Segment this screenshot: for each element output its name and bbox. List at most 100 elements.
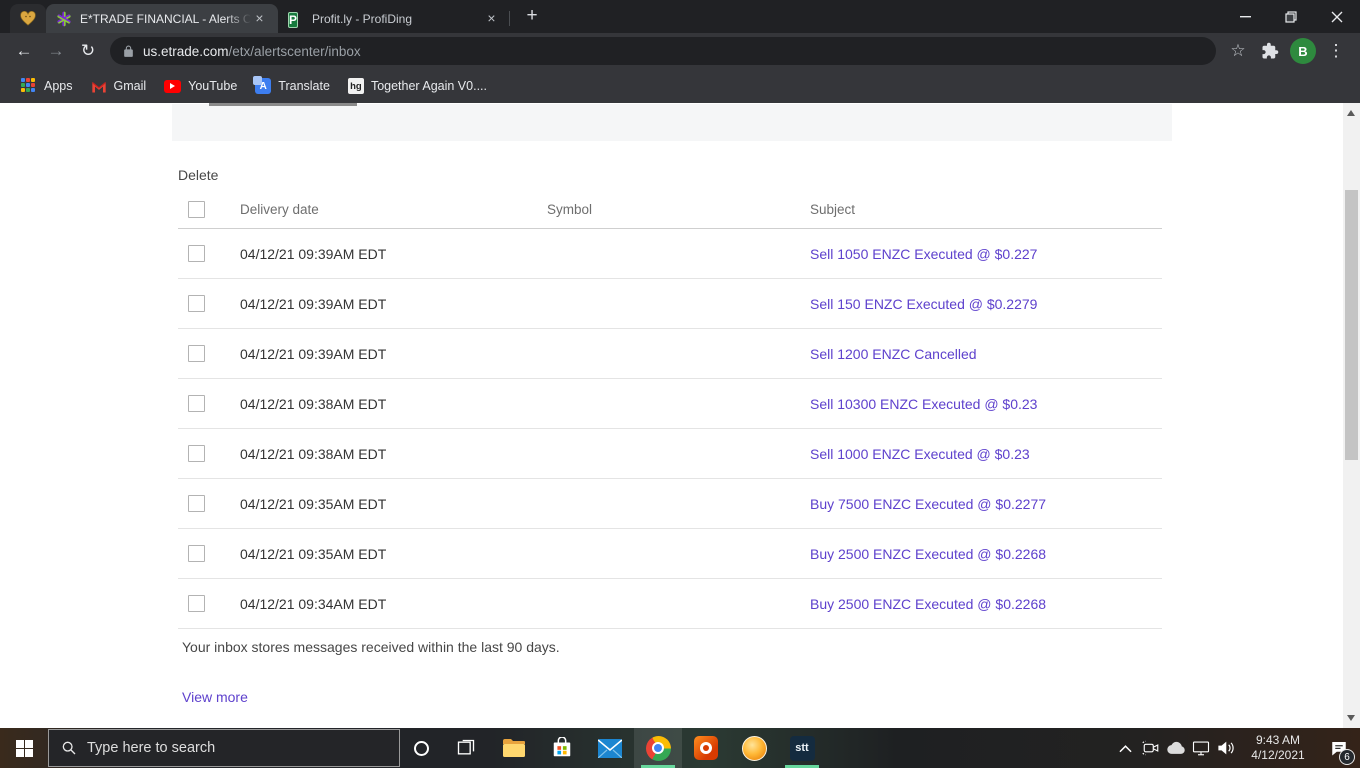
file-explorer-button[interactable]	[490, 728, 538, 768]
new-tab-button[interactable]: +	[518, 3, 546, 31]
apps-grid-icon	[21, 78, 37, 94]
windows-taskbar: stt	[0, 728, 1360, 768]
row-checkbox[interactable]	[188, 295, 205, 312]
mail-icon	[598, 738, 622, 758]
scrollbar-thumb[interactable]	[1345, 190, 1358, 460]
page-header-band	[172, 104, 1172, 141]
address-bar[interactable]: us.etrade.com/etx/alertscenter/inbox	[110, 37, 1216, 65]
bookmarks-bar: Apps Gmail YouTube A Translate hg Togeth…	[0, 69, 1360, 103]
delivery-date: 04/12/21 09:34AM EDT	[240, 595, 387, 612]
office-button[interactable]	[682, 728, 730, 768]
tab-etrade[interactable]: E*TRADE FINANCIAL - Alerts Cen ×	[46, 4, 278, 33]
pinned-tab[interactable]	[10, 4, 46, 33]
table-row: 04/12/21 09:38AM EDT Sell 1000 ENZC Exec…	[178, 429, 1162, 479]
gmail-icon	[91, 78, 107, 94]
onedrive-button[interactable]	[1163, 728, 1188, 768]
row-checkbox[interactable]	[188, 445, 205, 462]
forward-icon[interactable]: →	[40, 35, 72, 67]
page-scrollbar[interactable]	[1343, 103, 1360, 728]
system-tray: 9:43 AM 4/12/2021 6	[1113, 728, 1360, 768]
alert-subject-link[interactable]: Sell 1050 ENZC Executed @ $0.227	[810, 246, 1037, 262]
tab-profitly[interactable]: P Profit.ly - ProfiDing ×	[278, 4, 510, 33]
row-checkbox[interactable]	[188, 495, 205, 512]
bookmark-together-again[interactable]: hg Together Again V0....	[339, 73, 496, 99]
delivery-date: 04/12/21 09:35AM EDT	[240, 545, 387, 562]
chrome-taskbar-button[interactable]	[634, 728, 682, 768]
meet-now-button[interactable]	[1138, 728, 1163, 768]
volume-button[interactable]	[1213, 728, 1238, 768]
cortana-button[interactable]	[400, 728, 442, 768]
maximize-button[interactable]	[1268, 0, 1314, 33]
start-button[interactable]	[0, 728, 48, 768]
file-explorer-icon	[503, 739, 525, 757]
search-input[interactable]	[87, 740, 387, 756]
taskbar-search-box[interactable]	[48, 729, 400, 767]
reload-icon[interactable]: ↻	[72, 35, 104, 67]
bookmark-youtube[interactable]: YouTube	[155, 74, 246, 98]
windows-logo-icon	[15, 739, 33, 757]
table-row: 04/12/21 09:39AM EDT Sell 1200 ENZC Canc…	[178, 329, 1162, 379]
column-header-delivery-date: Delivery date	[240, 202, 319, 217]
close-window-button[interactable]	[1314, 0, 1360, 33]
select-all-checkbox[interactable]	[188, 201, 205, 218]
microsoft-store-button[interactable]	[538, 728, 586, 768]
url-domain: us.etrade.com	[143, 43, 229, 59]
network-button[interactable]	[1188, 728, 1213, 768]
task-view-icon	[457, 739, 475, 755]
tab-close-icon[interactable]: ×	[251, 10, 268, 27]
profile-avatar[interactable]: B	[1290, 38, 1316, 64]
stockstotrade-button[interactable]: stt	[778, 728, 826, 768]
microsoft-store-icon	[553, 737, 571, 757]
cortana-ring-icon	[413, 740, 429, 756]
table-row: 04/12/21 09:35AM EDT Buy 2500 ENZC Execu…	[178, 529, 1162, 579]
notification-count-badge: 6	[1339, 749, 1355, 765]
minimize-button[interactable]	[1222, 0, 1268, 33]
tab-close-icon[interactable]: ×	[483, 10, 500, 27]
alert-subject-link[interactable]: Sell 1000 ENZC Executed @ $0.23	[810, 446, 1030, 462]
tab-title: E*TRADE FINANCIAL - Alerts Cen	[80, 11, 251, 26]
view-more-link[interactable]: View more	[182, 689, 248, 705]
tray-chevron-up[interactable]	[1113, 728, 1138, 768]
column-header-subject: Subject	[810, 202, 856, 217]
row-checkbox[interactable]	[188, 395, 205, 412]
taskbar-clock[interactable]: 9:43 AM 4/12/2021	[1245, 733, 1311, 763]
alert-subject-link[interactable]: Sell 150 ENZC Executed @ $0.2279	[810, 296, 1037, 312]
tab-title: Profit.ly - ProfiDing	[312, 11, 413, 26]
alert-subject-link[interactable]: Buy 7500 ENZC Executed @ $0.2277	[810, 496, 1046, 512]
scroll-down-arrow-icon[interactable]	[1347, 715, 1355, 721]
delete-button[interactable]: Delete	[178, 167, 218, 183]
scroll-up-arrow-icon[interactable]	[1347, 110, 1355, 116]
alert-subject-link[interactable]: Sell 1200 ENZC Cancelled	[810, 346, 977, 362]
window-controls	[1222, 0, 1360, 33]
stt-icon: stt	[789, 735, 815, 761]
row-checkbox[interactable]	[188, 345, 205, 362]
table-row: 04/12/21 09:34AM EDT Buy 2500 ENZC Execu…	[178, 579, 1162, 629]
task-view-button[interactable]	[442, 728, 490, 768]
url-text: us.etrade.com/etx/alertscenter/inbox	[143, 44, 361, 59]
table-row: 04/12/21 09:38AM EDT Sell 10300 ENZC Exe…	[178, 379, 1162, 429]
alert-subject-link[interactable]: Sell 10300 ENZC Executed @ $0.23	[810, 396, 1037, 412]
speaker-volume-icon	[1218, 741, 1234, 755]
row-checkbox[interactable]	[188, 245, 205, 262]
alert-subject-link[interactable]: Buy 2500 ENZC Executed @ $0.2268	[810, 546, 1046, 562]
bookmark-translate[interactable]: A Translate	[246, 73, 339, 99]
citra-button[interactable]	[730, 728, 778, 768]
mail-button[interactable]	[586, 728, 634, 768]
table-row: 04/12/21 09:39AM EDT Sell 150 ENZC Execu…	[178, 279, 1162, 329]
action-center-button[interactable]: 6	[1318, 728, 1360, 768]
alert-subject-link[interactable]: Buy 2500 ENZC Executed @ $0.2268	[810, 596, 1046, 612]
extensions-puzzle-icon[interactable]	[1254, 35, 1286, 67]
office-icon	[694, 736, 718, 760]
bookmark-apps[interactable]: Apps	[12, 73, 82, 99]
search-icon	[62, 741, 76, 755]
bookmark-star-icon[interactable]: ☆	[1222, 35, 1254, 67]
row-checkbox[interactable]	[188, 545, 205, 562]
citrus-icon	[741, 735, 767, 761]
browser-tab-strip: E*TRADE FINANCIAL - Alerts Cen × P Profi…	[0, 0, 1360, 33]
back-icon[interactable]: ←	[8, 35, 40, 67]
menu-kebab-icon[interactable]: ⋮	[1320, 35, 1352, 67]
page-content: Delete Delivery date Symbol Subject 04/1…	[0, 103, 1343, 728]
ethernet-network-icon	[1192, 741, 1209, 756]
row-checkbox[interactable]	[188, 595, 205, 612]
bookmark-gmail[interactable]: Gmail	[82, 73, 156, 99]
